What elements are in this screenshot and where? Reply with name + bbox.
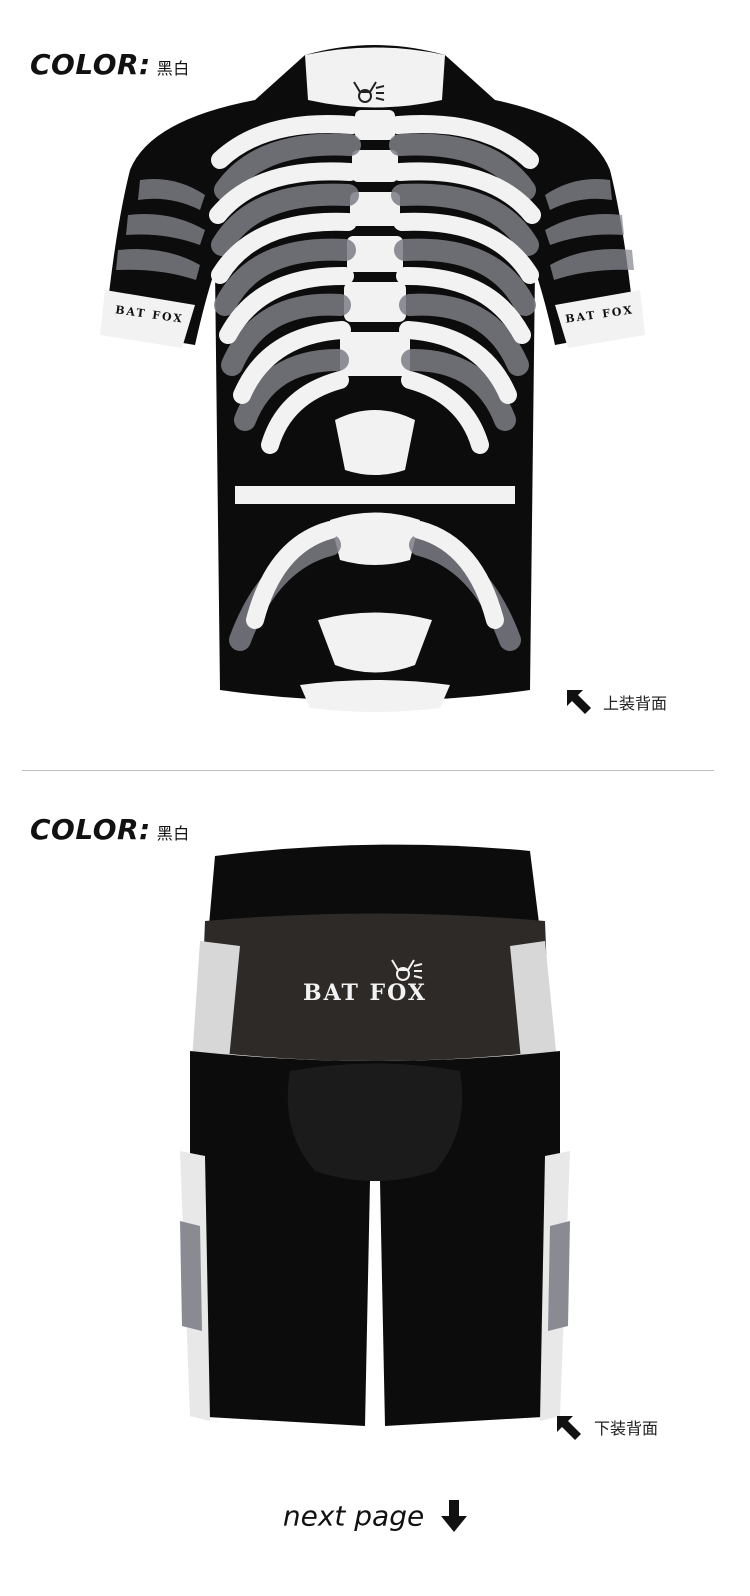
shorts-caption: 下装背面 bbox=[594, 1419, 659, 1438]
arrow-down-icon bbox=[441, 1500, 468, 1532]
jersey-section: COLOR: 黑白 BAT FOX BAT FOX 上装背面 bbox=[0, 0, 750, 770]
arrow-nw-icon bbox=[557, 1416, 581, 1440]
jersey-image bbox=[100, 45, 645, 712]
next-page-label: next page bbox=[282, 1499, 425, 1533]
waist-brand: BAT FOX bbox=[303, 980, 427, 1006]
shorts-section: COLOR: 黑白 BAT FOX 下装背面 bbox=[0, 771, 750, 1496]
shorts-image bbox=[180, 844, 570, 1426]
jersey-caption: 上装背面 bbox=[603, 694, 668, 713]
arrow-nw-icon bbox=[567, 690, 591, 714]
next-page-link[interactable]: next page bbox=[0, 1498, 750, 1533]
